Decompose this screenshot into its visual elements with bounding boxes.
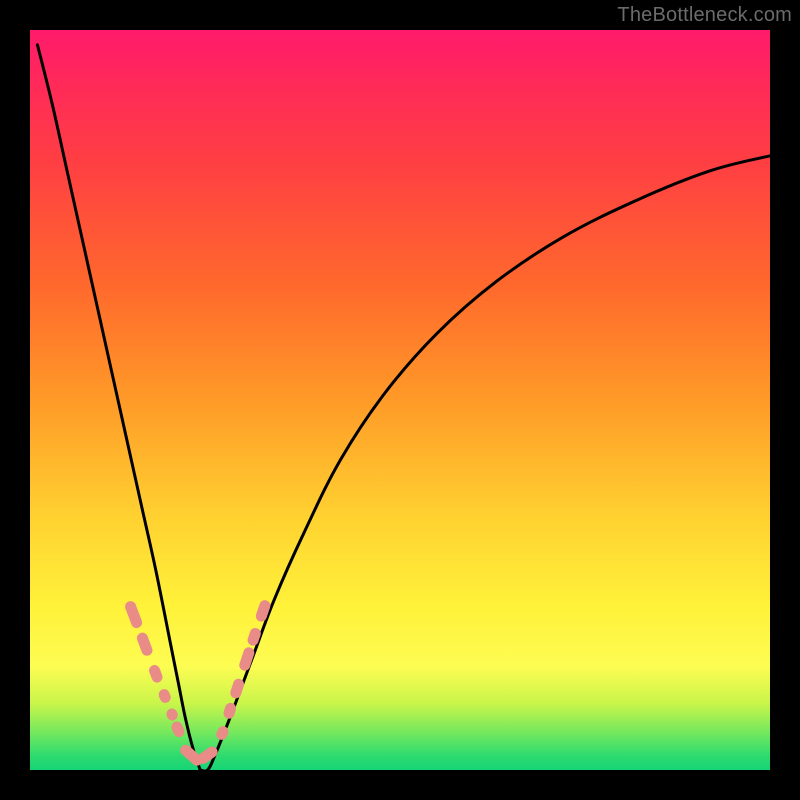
watermark-text: TheBottleneck.com bbox=[617, 4, 792, 27]
curve-marker bbox=[157, 687, 172, 704]
chart-frame: TheBottleneck.com bbox=[0, 0, 800, 800]
curve-marker bbox=[214, 724, 230, 741]
marker-group bbox=[124, 599, 272, 768]
plot-area bbox=[30, 30, 770, 770]
curve-marker bbox=[124, 600, 144, 630]
curve-marker bbox=[135, 631, 154, 657]
curve-marker bbox=[246, 627, 262, 648]
curve-marker bbox=[170, 720, 187, 739]
chart-svg bbox=[30, 30, 770, 770]
curve-marker bbox=[147, 663, 164, 684]
curve-marker bbox=[165, 707, 180, 722]
bottleneck-curve bbox=[37, 45, 770, 771]
